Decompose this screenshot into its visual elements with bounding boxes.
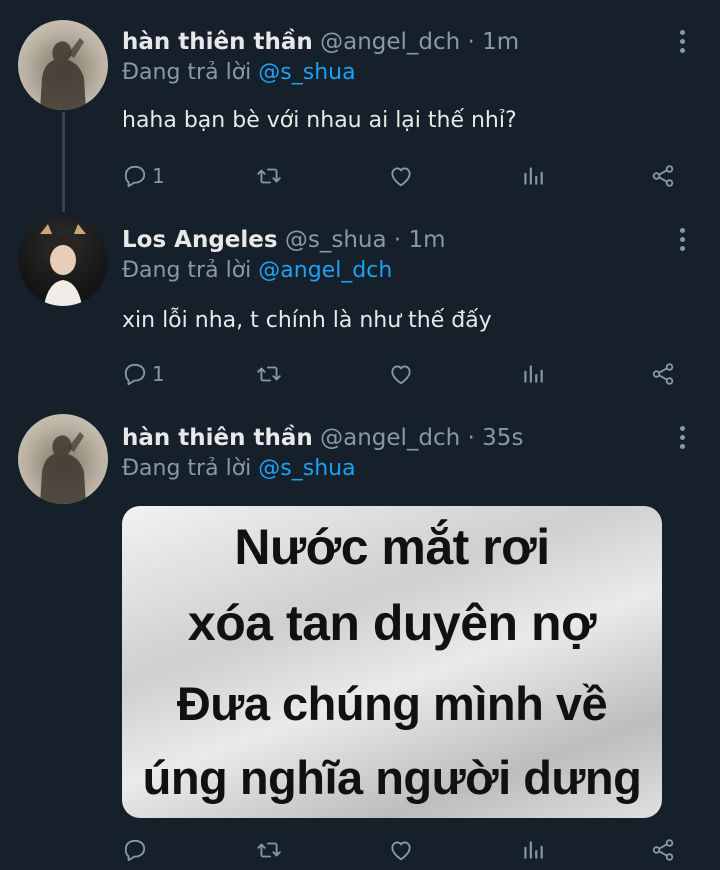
reply-button[interactable] — [122, 832, 152, 868]
retweet-button[interactable] — [256, 832, 282, 868]
action-bar: 1 — [122, 356, 682, 392]
mention-link[interactable]: @angel_dch — [258, 258, 392, 283]
retweet-icon — [256, 163, 282, 189]
reply-icon — [122, 837, 148, 863]
mention-link[interactable]: @s_shua — [258, 60, 355, 85]
tweet[interactable]: hàn thiên thần @angel_dch · 1m Đang trả … — [0, 20, 720, 206]
share-button[interactable] — [650, 832, 676, 868]
separator: · — [467, 29, 475, 55]
media-caption-line: Đưa chúng mình về — [176, 677, 608, 730]
timestamp[interactable]: 35s — [482, 425, 523, 451]
share-icon — [650, 361, 676, 387]
more-icon[interactable] — [676, 30, 688, 57]
analytics-icon — [520, 361, 546, 387]
share-icon — [650, 837, 676, 863]
analytics-icon — [520, 163, 546, 189]
reply-icon — [122, 361, 148, 387]
display-name[interactable]: hàn thiên thần — [122, 425, 313, 451]
tweet-text: haha bạn bè với nhau ai lại thế nhỉ? — [122, 108, 517, 133]
like-icon — [388, 163, 414, 189]
analytics-icon — [520, 837, 546, 863]
separator: · — [393, 227, 402, 253]
tweet[interactable]: Los Angeles @s_shua · 1m Đang trả lời @a… — [0, 216, 720, 404]
retweet-icon — [256, 837, 282, 863]
tweet-header: hàn thiên thần @angel_dch · 35s — [122, 422, 523, 454]
replying-to: Đang trả lời @angel_dch — [122, 256, 392, 286]
replying-to: Đang trả lời @s_shua — [122, 58, 356, 88]
action-bar — [122, 832, 682, 868]
tweet[interactable]: hàn thiên thần @angel_dch · 35s Đang trả… — [0, 414, 720, 862]
replying-to: Đang trả lời @s_shua — [122, 454, 356, 484]
reply-count: 1 — [152, 164, 165, 188]
more-icon[interactable] — [676, 228, 688, 255]
more-icon[interactable] — [676, 426, 688, 453]
retweet-button[interactable] — [256, 158, 282, 194]
reply-prefix: Đang trả lời — [122, 456, 252, 481]
separator: · — [467, 425, 475, 451]
tweet-media-image[interactable]: Nước mắt rơi xóa tan duyên nợ Đưa chúng … — [122, 506, 662, 818]
media-caption-line: úng nghĩa người dưng — [142, 751, 642, 804]
share-icon — [650, 163, 676, 189]
analytics-button[interactable] — [520, 158, 546, 194]
timestamp[interactable]: 1m — [482, 29, 519, 55]
reply-icon — [122, 163, 148, 189]
analytics-button[interactable] — [520, 356, 546, 392]
avatar[interactable] — [18, 414, 108, 504]
avatar[interactable] — [18, 216, 108, 306]
share-button[interactable] — [650, 158, 676, 194]
retweet-icon — [256, 361, 282, 387]
display-name[interactable]: hàn thiên thần — [122, 29, 313, 55]
like-button[interactable] — [388, 356, 414, 392]
action-bar: 1 — [122, 158, 682, 194]
mention-link[interactable]: @s_shua — [258, 456, 355, 481]
avatar[interactable] — [18, 20, 108, 110]
username[interactable]: @angel_dch — [320, 29, 460, 55]
reply-prefix: Đang trả lời — [122, 258, 252, 283]
media-caption-line: xóa tan duyên nợ — [187, 595, 597, 651]
reply-button[interactable]: 1 — [122, 356, 165, 392]
reply-prefix: Đang trả lời — [122, 60, 252, 85]
like-icon — [388, 361, 414, 387]
reply-button[interactable]: 1 — [122, 158, 165, 194]
analytics-button[interactable] — [520, 832, 546, 868]
display-name[interactable]: Los Angeles — [122, 227, 278, 253]
share-button[interactable] — [650, 356, 676, 392]
tweet-header: Los Angeles @s_shua · 1m — [122, 224, 446, 256]
retweet-button[interactable] — [256, 356, 282, 392]
reply-count: 1 — [152, 362, 165, 386]
tweet-header: hàn thiên thần @angel_dch · 1m — [122, 26, 519, 58]
like-button[interactable] — [388, 832, 414, 868]
like-icon — [388, 837, 414, 863]
username[interactable]: @angel_dch — [320, 425, 460, 451]
timestamp[interactable]: 1m — [409, 227, 446, 253]
username[interactable]: @s_shua — [285, 227, 387, 253]
like-button[interactable] — [388, 158, 414, 194]
media-caption-line: Nước mắt rơi — [234, 519, 550, 575]
tweet-text: xin lỗi nha, t chính là như thế đấy — [122, 308, 492, 333]
